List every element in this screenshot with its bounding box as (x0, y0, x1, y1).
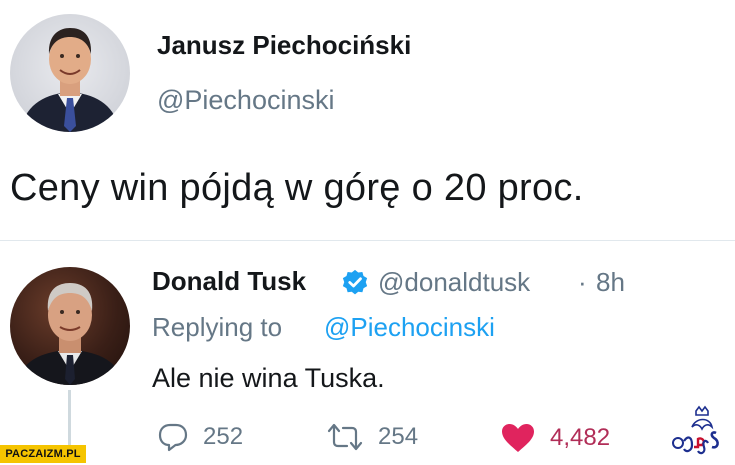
retweet-icon (327, 423, 363, 451)
like-button[interactable]: 4,482 (500, 422, 610, 454)
tweet-text: Ceny win pójdą w górę o 20 proc. (10, 167, 584, 209)
reply-count: 252 (203, 423, 244, 450)
avatar-piechocinski[interactable] (10, 14, 130, 132)
thread-line (68, 390, 71, 450)
tweet-timestamp[interactable]: 8h (596, 267, 625, 298)
replying-to-link[interactable]: @Piechocinski (324, 312, 495, 343)
person-avatar-icon (15, 283, 125, 385)
like-count: 4,482 (550, 424, 611, 451)
avatar-tusk[interactable] (10, 267, 130, 385)
replying-to-label: Replying to (152, 312, 283, 342)
site-watermark: PACZAIZM.PL (0, 445, 86, 463)
author-handle[interactable]: @Piechocinski (157, 85, 334, 116)
separator-dot: · (578, 267, 587, 297)
reply-author-handle[interactable]: @donaldtusk (378, 267, 530, 298)
person-avatar-icon (20, 28, 120, 132)
reply-button[interactable]: 252 (157, 422, 243, 452)
retweet-button[interactable]: 254 (326, 422, 418, 452)
reply-icon (158, 423, 188, 452)
reply-author-name[interactable]: Donald Tusk (152, 266, 306, 297)
author-name[interactable]: Janusz Piechociński (157, 30, 411, 61)
reply-text: Ale nie wina Tuska. (152, 363, 385, 393)
pis-logo-icon (672, 405, 732, 460)
divider (0, 240, 735, 241)
verified-badge-icon (340, 268, 370, 298)
heart-icon (502, 424, 534, 452)
retweet-count: 254 (378, 423, 419, 450)
